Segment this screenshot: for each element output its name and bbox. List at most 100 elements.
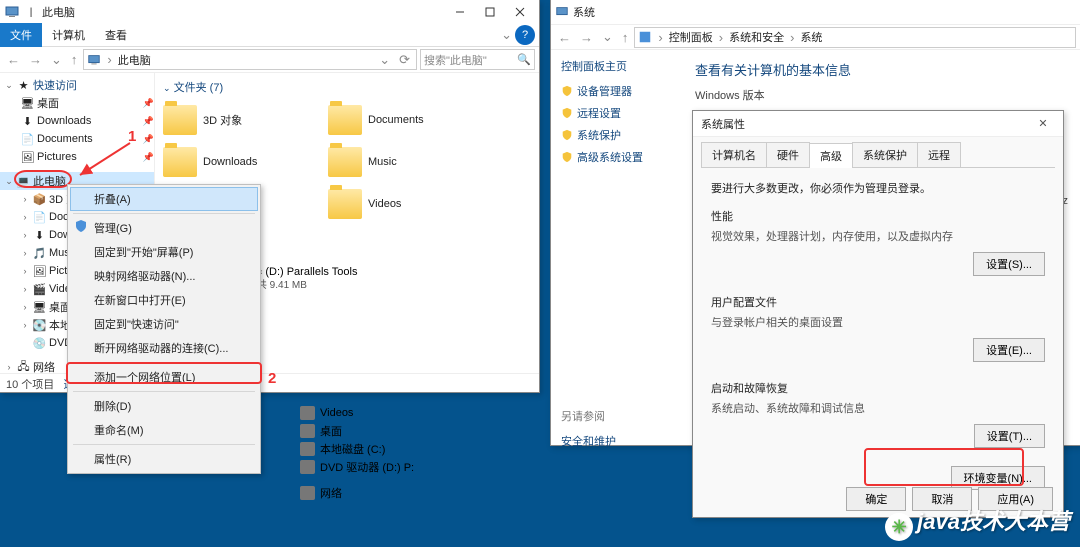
link-device-manager[interactable]: 设备管理器 (561, 80, 671, 102)
list-item-network[interactable]: 网络 (300, 484, 500, 502)
admin-note: 要进行大多数更改，你必须作为管理员登录。 (711, 180, 1045, 196)
list-item-dvd[interactable]: DVD 驱动器 (D:) P: (300, 458, 500, 476)
close-button[interactable] (505, 1, 535, 23)
tab-hardware[interactable]: 硬件 (766, 142, 810, 167)
desktop-icon: 🖥 (20, 96, 35, 111)
watermark: ✳java技术大本营 (885, 504, 1070, 542)
tab-system-protect[interactable]: 系统保护 (852, 142, 918, 167)
menu-pin-quick[interactable]: 固定到"快速访问" (70, 312, 258, 336)
shield-icon (561, 107, 573, 119)
ribbon: 文件 计算机 查看 ⌄ ? (0, 24, 539, 47)
help-button[interactable]: ? (515, 25, 535, 45)
link-system-protect[interactable]: 系统保护 (561, 124, 671, 146)
shield-icon (561, 85, 573, 97)
folder-3d[interactable]: 3D 对象 (161, 99, 316, 141)
menu-manage[interactable]: 管理(G) (70, 216, 258, 240)
desktop-list: Videos 桌面 本地磁盘 (C:) DVD 驱动器 (D:) P: 网络 (300, 404, 500, 502)
dialog-title: 系统属性 (701, 116, 745, 132)
ribbon-tab-file[interactable]: 文件 (0, 23, 42, 47)
sidebar-quick-access[interactable]: ⌄★快速访问 (0, 76, 154, 94)
menu-open-new[interactable]: 在新窗口中打开(E) (70, 288, 258, 312)
address-dropdown-icon[interactable]: ⌄ (376, 52, 393, 68)
pictures-icon: 🖼 (32, 264, 47, 279)
star-icon: ★ (16, 78, 31, 93)
maximize-button[interactable] (475, 1, 505, 23)
dvd-icon: 💿 (32, 336, 47, 351)
link-security-maint[interactable]: 安全和维护 (561, 430, 671, 452)
menu-delete[interactable]: 删除(D) (70, 394, 258, 418)
list-item-desktop[interactable]: 桌面 (300, 422, 500, 440)
performance-settings-button[interactable]: 设置(S)... (973, 252, 1045, 276)
folder-music[interactable]: Music (326, 141, 481, 183)
pin-icon: 📌 (143, 116, 154, 127)
folder-icon (163, 147, 197, 177)
folders-section-header[interactable]: ⌄ 文件夹 (7) (161, 77, 533, 99)
sidebar-desktop[interactable]: 🖥桌面📌 (0, 94, 154, 112)
user-profile-settings-button[interactable]: 设置(E)... (973, 338, 1045, 362)
dialog-tabs: 计算机名 硬件 高级 系统保护 远程 (701, 142, 1055, 168)
menu-add-location[interactable]: 添加一个网络位置(L) (70, 365, 258, 389)
ribbon-tab-view[interactable]: 查看 (95, 23, 137, 47)
nav-recent-icon[interactable]: ⌄ (599, 29, 616, 45)
address-bar[interactable]: › 此电脑 ⌄ ⟳ (83, 49, 417, 70)
list-item-videos[interactable]: Videos (300, 404, 500, 422)
downloads-icon: ⬇ (20, 114, 35, 129)
folder-documents[interactable]: Documents (326, 99, 481, 141)
dvd-icon (300, 460, 315, 474)
tab-remote[interactable]: 远程 (917, 142, 961, 167)
sidebar-pictures[interactable]: 🖼Pictures📌 (0, 148, 154, 166)
search-icon: 🔍 (517, 53, 531, 66)
address-row: ← → ⌄ ↑ › 此电脑 ⌄ ⟳ 搜索"此电脑" 🔍 (0, 47, 539, 73)
minimize-button[interactable] (445, 1, 475, 23)
system-properties-dialog: 系统属性 ✕ 计算机名 硬件 高级 系统保护 远程 要进行大多数更改，你必须作为… (692, 110, 1064, 518)
disk-icon: 💽 (32, 318, 47, 333)
link-advanced-settings[interactable]: 高级系统设置 (561, 146, 671, 168)
qat-divider-icon: | (23, 4, 39, 20)
system-panel-title: 系统 (573, 4, 595, 20)
menu-collapse[interactable]: 折叠(A) (70, 187, 258, 211)
nav-up-icon[interactable]: ↑ (68, 52, 81, 67)
menu-map-drive[interactable]: 映射网络驱动器(N)... (70, 264, 258, 288)
nav-back-icon[interactable]: ← (4, 52, 23, 67)
document-icon: 📄 (32, 210, 47, 225)
wechat-icon: ✳ (885, 513, 913, 541)
menu-rename[interactable]: 重命名(M) (70, 418, 258, 442)
list-item-localdisk[interactable]: 本地磁盘 (C:) (300, 440, 500, 458)
refresh-icon[interactable]: ⟳ (396, 52, 413, 68)
folder-downloads[interactable]: Downloads (161, 141, 316, 183)
shield-icon (74, 219, 88, 233)
nav-recent-icon[interactable]: ⌄ (48, 52, 65, 68)
menu-pin-start[interactable]: 固定到"开始"屏幕(P) (70, 240, 258, 264)
ribbon-tab-computer[interactable]: 计算机 (42, 23, 95, 47)
cube-icon: 📦 (32, 192, 47, 207)
system-panel-breadcrumb[interactable]: ›控制面板 ›系统和安全 ›系统 (634, 27, 1076, 48)
startup-recovery-group: 启动和故障恢复 系统启动、系统故障和调试信息 设置(T)... (711, 380, 1045, 448)
network-icon: 🖧 (16, 360, 31, 374)
sidebar-documents[interactable]: 📄Documents📌 (0, 130, 154, 148)
shield-icon (561, 151, 573, 163)
folder-videos[interactable]: Videos (326, 183, 481, 225)
folder-icon (328, 147, 362, 177)
context-menu: 折叠(A) 管理(G) 固定到"开始"屏幕(P) 映射网络驱动器(N)... 在… (67, 184, 261, 474)
system-panel-title-bar: 系统 (551, 0, 1080, 24)
folder-icon (328, 189, 362, 219)
search-input[interactable]: 搜索"此电脑" 🔍 (420, 49, 535, 70)
pictures-icon: 🖼 (20, 150, 35, 165)
menu-disconnect[interactable]: 断开网络驱动器的连接(C)... (70, 336, 258, 360)
link-remote-settings[interactable]: 远程设置 (561, 102, 671, 124)
ribbon-expand-icon[interactable]: ⌄ (498, 27, 515, 43)
close-button[interactable]: ✕ (1031, 117, 1055, 130)
tab-advanced[interactable]: 高级 (809, 143, 853, 168)
tab-computer-name[interactable]: 计算机名 (701, 142, 767, 167)
dialog-title-bar: 系统属性 ✕ (693, 111, 1063, 137)
nav-forward-icon[interactable]: → (577, 30, 596, 45)
nav-back-icon[interactable]: ← (555, 30, 574, 45)
sidebar-downloads[interactable]: ⬇Downloads📌 (0, 112, 154, 130)
menu-properties[interactable]: 属性(R) (70, 447, 258, 471)
network-icon (300, 486, 315, 500)
nav-forward-icon[interactable]: → (26, 52, 45, 67)
startup-settings-button[interactable]: 设置(T)... (974, 424, 1045, 448)
nav-up-icon[interactable]: ↑ (619, 30, 632, 45)
cp-home-link[interactable]: 控制面板主页 (561, 58, 671, 74)
also-see-header: 另请参阅 (561, 411, 605, 423)
